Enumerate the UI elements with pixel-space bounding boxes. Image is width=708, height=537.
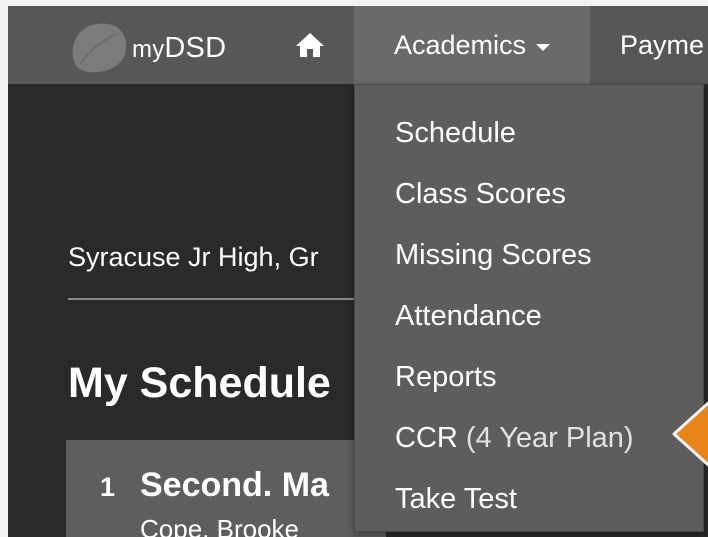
class-card[interactable]: 1 Second. Ma Cope, Brooke xyxy=(66,440,386,537)
menu-item-reports[interactable]: Reports xyxy=(355,347,703,408)
pointer-arrow-icon xyxy=(672,401,708,467)
menu-item-attendance[interactable]: Attendance xyxy=(355,286,703,347)
menu-item-class-scores[interactable]: Class Scores xyxy=(355,164,703,225)
nav-payments[interactable]: Payme xyxy=(620,30,704,61)
class-teacher: Cope, Brooke xyxy=(140,514,299,537)
class-period: 1 xyxy=(100,472,116,502)
menu-item-schedule[interactable]: Schedule xyxy=(355,103,703,164)
page-title: My Schedule xyxy=(68,359,331,407)
nav-academics-label: Academics xyxy=(393,29,527,60)
divider xyxy=(68,298,368,300)
menu-item-take-test[interactable]: Take Test xyxy=(355,469,703,530)
brand-prefix: my xyxy=(132,36,165,63)
brand-suffix: DSD xyxy=(164,32,227,64)
menu-item-missing-scores[interactable]: Missing Scores xyxy=(355,225,703,286)
chevron-down-icon xyxy=(536,43,551,51)
leaf-logo-icon[interactable] xyxy=(66,20,132,76)
top-navbar: myDSD Academics Payme xyxy=(8,6,708,84)
class-name[interactable]: Second. Ma xyxy=(140,466,329,505)
school-info: Syracuse Jr High, Gr xyxy=(68,242,319,272)
menu-item-ccr-suffix: (4 Year Plan) xyxy=(465,422,634,454)
menu-item-ccr[interactable]: CCR (4 Year Plan) xyxy=(355,408,703,469)
nav-academics[interactable]: Academics xyxy=(354,6,590,84)
home-icon[interactable] xyxy=(295,32,325,58)
brand-name[interactable]: myDSD xyxy=(132,32,226,65)
app-window: myDSD Academics Payme Syracuse Jr High, … xyxy=(8,6,708,537)
menu-item-ccr-label: CCR xyxy=(395,422,458,454)
academics-dropdown-menu: Schedule Class Scores Missing Scores Att… xyxy=(354,84,704,532)
